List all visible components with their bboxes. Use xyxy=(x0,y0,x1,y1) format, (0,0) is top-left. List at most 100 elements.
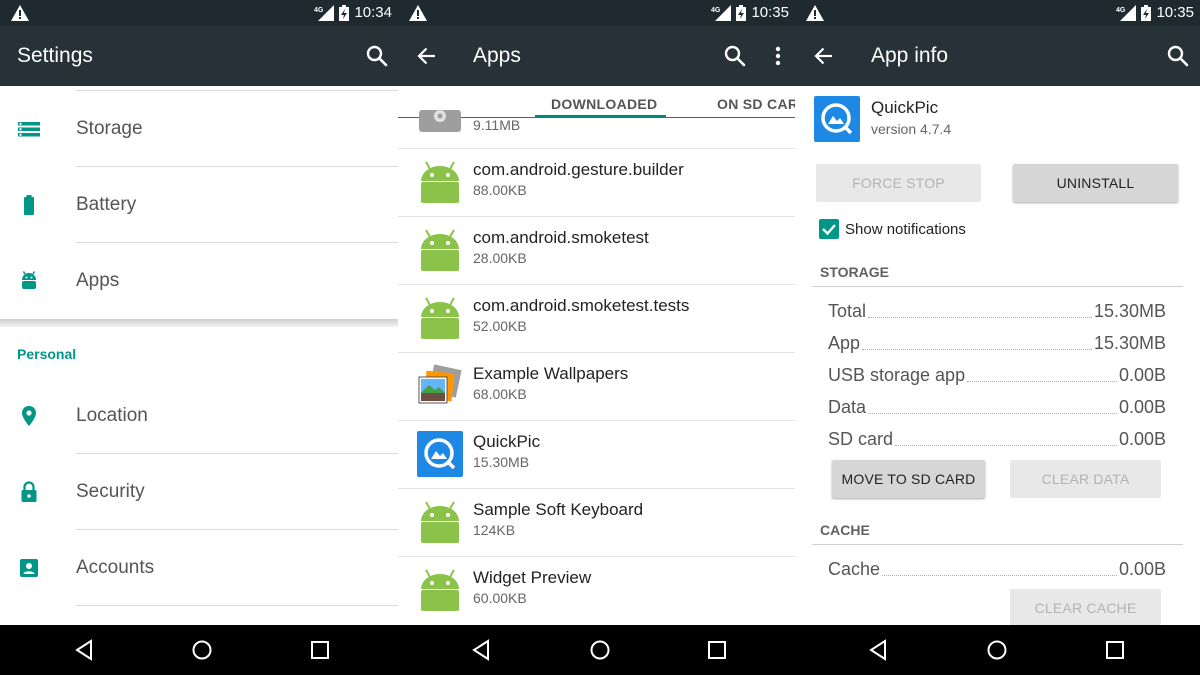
back-button[interactable] xyxy=(811,42,837,70)
settings-item-label: Storage xyxy=(76,118,143,139)
back-button[interactable] xyxy=(414,42,440,70)
recents-nav-icon[interactable] xyxy=(706,639,728,661)
cache-section-title: CACHE xyxy=(820,522,870,538)
dot-leader xyxy=(862,349,1092,350)
list-item[interactable]: Widget Preview 60.00KB xyxy=(398,557,795,625)
apps-toolbar: Apps xyxy=(398,26,795,86)
storage-value: 0.00B xyxy=(1118,397,1166,417)
nav-group xyxy=(398,625,795,675)
status-bar: 4G 10:35 xyxy=(795,0,1200,26)
search-button[interactable] xyxy=(722,42,748,70)
search-button[interactable] xyxy=(364,42,390,70)
force-stop-button[interactable]: FORCE STOP xyxy=(816,164,981,202)
recents-nav-icon[interactable] xyxy=(1104,639,1126,661)
app-name: com.android.smoketest.tests xyxy=(473,296,690,315)
list-item[interactable]: com.android.smoketest 28.00KB xyxy=(398,217,795,285)
uninstall-button[interactable]: UNINSTALL xyxy=(1013,164,1178,202)
list-item[interactable]: 9.11MB xyxy=(398,80,795,149)
settings-item-label: Apps xyxy=(76,270,120,291)
navigation-bar xyxy=(0,625,1200,675)
clock: 10:35 xyxy=(751,4,789,21)
app-size: 88.00KB xyxy=(473,182,527,198)
divider xyxy=(812,544,1183,545)
wallpapers-icon xyxy=(418,364,462,404)
clear-cache-button[interactable]: CLEAR CACHE xyxy=(1010,589,1161,625)
battery-charging-icon xyxy=(1141,5,1152,21)
status-bar: 4G 10:35 xyxy=(398,0,795,26)
warning-icon xyxy=(11,5,29,21)
back-nav-icon[interactable] xyxy=(868,639,890,661)
storage-row-usb: USB storage app 0.00B xyxy=(828,362,1166,386)
app-size: 60.00KB xyxy=(473,590,527,606)
page-title: App info xyxy=(871,44,949,67)
svg-text:4G: 4G xyxy=(711,7,721,14)
list-item[interactable]: com.android.smoketest.tests 52.00KB xyxy=(398,285,795,353)
back-nav-icon[interactable] xyxy=(74,639,96,661)
storage-label: App xyxy=(828,333,861,353)
clock: 10:34 xyxy=(354,4,392,21)
section-separator xyxy=(0,319,398,327)
settings-item-location[interactable]: Location xyxy=(0,378,398,454)
app-version: version 4.7.4 xyxy=(871,121,952,137)
nav-group xyxy=(0,625,398,675)
storage-row-app: App 15.30MB xyxy=(828,330,1166,354)
list-item[interactable]: Sample Soft Keyboard 124KB xyxy=(398,489,795,557)
back-nav-icon[interactable] xyxy=(471,639,493,661)
battery-charging-icon xyxy=(339,5,350,21)
app-size: 9.11MB xyxy=(473,117,521,133)
home-nav-icon[interactable] xyxy=(589,639,611,661)
page-title: Apps xyxy=(473,44,521,67)
app-name: Widget Preview xyxy=(473,568,592,587)
apps-screen: 4G 10:35 Apps DOWNLOADED ON SD CARD 9.11… xyxy=(398,0,795,625)
network-4g-icon: 4G xyxy=(314,5,335,21)
storage-label: USB storage app xyxy=(828,365,966,385)
app-info-screen: 4G 10:35 App info QuickPic version 4.7.4… xyxy=(795,0,1200,625)
dot-leader xyxy=(967,381,1117,382)
settings-item-storage[interactable]: Storage xyxy=(0,91,398,167)
divider xyxy=(76,605,398,606)
settings-item-battery[interactable]: Battery xyxy=(0,167,398,243)
app-size: 68.00KB xyxy=(473,386,527,402)
list-item[interactable]: QuickPic 15.30MB xyxy=(398,421,795,489)
android-icon xyxy=(22,271,36,289)
svg-text:4G: 4G xyxy=(314,7,324,14)
recents-nav-icon[interactable] xyxy=(309,639,331,661)
settings-item-accounts[interactable]: Accounts xyxy=(0,530,398,606)
storage-value: 0.00B xyxy=(1118,429,1166,449)
settings-item-security[interactable]: Security xyxy=(0,454,398,530)
divider xyxy=(812,286,1183,287)
more-vert-icon xyxy=(775,46,781,66)
arrow-back-icon xyxy=(814,47,832,65)
clear-data-button[interactable]: CLEAR DATA xyxy=(1010,460,1161,498)
android-icon xyxy=(421,569,459,611)
app-name: Sample Soft Keyboard xyxy=(473,500,644,519)
list-item[interactable]: Example Wallpapers 68.00KB xyxy=(398,353,795,421)
app-info-toolbar: App info xyxy=(795,26,1200,86)
storage-label: Data xyxy=(828,397,867,417)
app-name: QuickPic xyxy=(473,432,541,451)
app-size: 28.00KB xyxy=(473,250,527,266)
dot-leader xyxy=(868,413,1117,414)
move-to-sd-card-button[interactable]: MOVE TO SD CARD xyxy=(832,460,985,498)
storage-section-title: STORAGE xyxy=(820,264,889,280)
search-button[interactable] xyxy=(1165,42,1191,70)
account-icon xyxy=(20,559,38,577)
home-nav-icon[interactable] xyxy=(191,639,213,661)
overflow-menu-button[interactable] xyxy=(765,42,791,70)
arrow-back-icon xyxy=(417,47,435,65)
settings-app-icon xyxy=(419,110,461,132)
android-icon xyxy=(421,501,459,543)
app-name: QuickPic xyxy=(871,98,939,117)
home-nav-icon[interactable] xyxy=(986,639,1008,661)
dot-leader xyxy=(895,445,1117,446)
search-icon xyxy=(724,45,746,67)
settings-item-label: Location xyxy=(76,405,148,426)
settings-item-apps[interactable]: Apps xyxy=(0,243,398,319)
list-item[interactable]: com.android.gesture.builder 88.00KB xyxy=(398,149,795,217)
app-name: com.android.smoketest xyxy=(473,228,649,247)
android-icon xyxy=(421,161,459,203)
storage-row-total: Total 15.30MB xyxy=(828,298,1166,322)
section-header-personal: Personal xyxy=(17,346,77,362)
warning-icon xyxy=(409,5,427,21)
show-notifications-checkbox[interactable] xyxy=(819,219,839,239)
